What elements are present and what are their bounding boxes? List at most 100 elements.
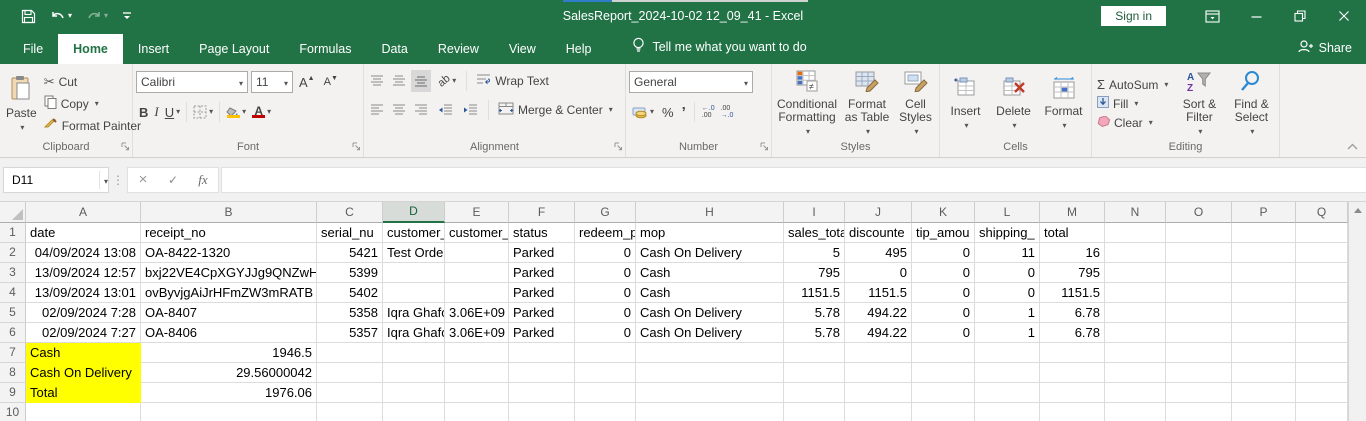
cell-M7[interactable] <box>1040 343 1105 363</box>
sign-in-button[interactable]: Sign in <box>1101 6 1166 26</box>
cell-B3[interactable]: bxj22VE4CpXGYJJg9QNZwH <box>141 263 317 283</box>
cell-N8[interactable] <box>1105 363 1166 383</box>
cell-Q4[interactable] <box>1296 283 1348 303</box>
cell-G10[interactable] <box>575 403 636 421</box>
cell-L8[interactable] <box>975 363 1040 383</box>
cell-H8[interactable] <box>636 363 784 383</box>
font-color-icon[interactable]: A <box>249 101 274 123</box>
format-painter-button[interactable]: Format Painter <box>42 115 143 137</box>
font-dialog-launcher-icon[interactable] <box>352 140 361 154</box>
cell-C8[interactable] <box>317 363 383 383</box>
customize-qat-icon[interactable] <box>117 0 137 32</box>
middle-align-icon[interactable] <box>389 70 409 92</box>
cut-button[interactable]: Cut <box>42 71 143 93</box>
cell-O10[interactable] <box>1166 403 1232 421</box>
column-header-E[interactable]: E <box>445 202 509 223</box>
cell-O4[interactable] <box>1166 283 1232 303</box>
cell-H10[interactable] <box>636 403 784 421</box>
row-header-9[interactable]: 9 <box>0 383 26 403</box>
cell-C2[interactable]: 5421 <box>317 243 383 263</box>
cell-E1[interactable]: customer_ <box>445 223 509 243</box>
cell-N10[interactable] <box>1105 403 1166 421</box>
cell-J7[interactable] <box>845 343 912 363</box>
cell-K6[interactable]: 0 <box>912 323 975 343</box>
cell-J3[interactable]: 0 <box>845 263 912 283</box>
cell-O3[interactable] <box>1166 263 1232 283</box>
cell-B6[interactable]: OA-8406 <box>141 323 317 343</box>
format-as-table-button[interactable]: Format as Table <box>841 68 893 139</box>
cell-A7[interactable]: Cash <box>26 343 141 363</box>
cell-M1[interactable]: total <box>1040 223 1105 243</box>
align-left-icon[interactable] <box>367 99 387 121</box>
fill-button[interactable]: Fill <box>1095 95 1170 113</box>
tab-insert[interactable]: Insert <box>123 34 184 64</box>
cell-F3[interactable]: Parked <box>509 263 575 283</box>
cell-G9[interactable] <box>575 383 636 403</box>
decrease-decimal-icon[interactable]: .00→.0 <box>719 105 736 119</box>
save-icon[interactable] <box>16 0 41 32</box>
cell-H3[interactable]: Cash <box>636 263 784 283</box>
cell-Q1[interactable] <box>1296 223 1348 243</box>
font-size-select[interactable]: 11 <box>251 71 293 93</box>
cell-Q5[interactable] <box>1296 303 1348 323</box>
align-center-icon[interactable] <box>389 99 409 121</box>
column-header-J[interactable]: J <box>845 202 912 223</box>
row-header-7[interactable]: 7 <box>0 343 26 363</box>
cell-K1[interactable]: tip_amou <box>912 223 975 243</box>
cell-C9[interactable] <box>317 383 383 403</box>
cell-A3[interactable]: 13/09/2024 12:57 <box>26 263 141 283</box>
column-header-N[interactable]: N <box>1105 202 1166 223</box>
column-header-P[interactable]: P <box>1232 202 1296 223</box>
tell-me-box[interactable]: Tell me what you want to do <box>632 37 806 64</box>
cell-B7[interactable]: 1946.5 <box>141 343 317 363</box>
cell-C3[interactable]: 5399 <box>317 263 383 283</box>
top-align-icon[interactable] <box>367 70 387 92</box>
row-header-6[interactable]: 6 <box>0 323 26 343</box>
collapse-ribbon-icon[interactable] <box>1347 139 1358 153</box>
column-header-D[interactable]: D <box>383 202 445 223</box>
cell-B8[interactable]: 29.56000042 <box>141 363 317 383</box>
underline-icon[interactable] <box>162 101 183 123</box>
cell-P2[interactable] <box>1232 243 1296 263</box>
cell-L5[interactable]: 1 <box>975 303 1040 323</box>
cell-K10[interactable] <box>912 403 975 421</box>
cell-O7[interactable] <box>1166 343 1232 363</box>
cell-I7[interactable] <box>784 343 845 363</box>
cell-F5[interactable]: Parked <box>509 303 575 323</box>
cell-P8[interactable] <box>1232 363 1296 383</box>
cell-J5[interactable]: 494.22 <box>845 303 912 323</box>
cell-M9[interactable] <box>1040 383 1105 403</box>
row-header-2[interactable]: 2 <box>0 243 26 263</box>
undo-icon[interactable] <box>45 0 77 32</box>
cell-E7[interactable] <box>445 343 509 363</box>
cell-H4[interactable]: Cash <box>636 283 784 303</box>
cell-P6[interactable] <box>1232 323 1296 343</box>
select-all-corner[interactable] <box>0 202 26 223</box>
cell-M4[interactable]: 1151.5 <box>1040 283 1105 303</box>
row-header-8[interactable]: 8 <box>0 363 26 383</box>
cell-Q8[interactable] <box>1296 363 1348 383</box>
column-header-C[interactable]: C <box>317 202 383 223</box>
cell-N1[interactable] <box>1105 223 1166 243</box>
align-right-icon[interactable] <box>411 99 431 121</box>
cell-E3[interactable] <box>445 263 509 283</box>
row-header-1[interactable]: 1 <box>0 223 26 243</box>
cell-O8[interactable] <box>1166 363 1232 383</box>
number-dialog-launcher-icon[interactable] <box>760 140 769 154</box>
cell-K8[interactable] <box>912 363 975 383</box>
cell-G3[interactable]: 0 <box>575 263 636 283</box>
autosum-button[interactable]: AutoSum <box>1095 76 1170 94</box>
cell-B5[interactable]: OA-8407 <box>141 303 317 323</box>
column-header-G[interactable]: G <box>575 202 636 223</box>
column-header-A[interactable]: A <box>26 202 141 223</box>
cell-M5[interactable]: 6.78 <box>1040 303 1105 323</box>
increase-indent-icon[interactable] <box>460 99 481 121</box>
cell-L1[interactable]: shipping_ <box>975 223 1040 243</box>
bold-icon[interactable] <box>136 101 151 123</box>
cell-A5[interactable]: 02/09/2024 7:28 <box>26 303 141 323</box>
cell-B10[interactable] <box>141 403 317 421</box>
cell-J1[interactable]: discounte <box>845 223 912 243</box>
cell-P5[interactable] <box>1232 303 1296 323</box>
borders-icon[interactable] <box>190 101 216 123</box>
cell-L4[interactable]: 0 <box>975 283 1040 303</box>
